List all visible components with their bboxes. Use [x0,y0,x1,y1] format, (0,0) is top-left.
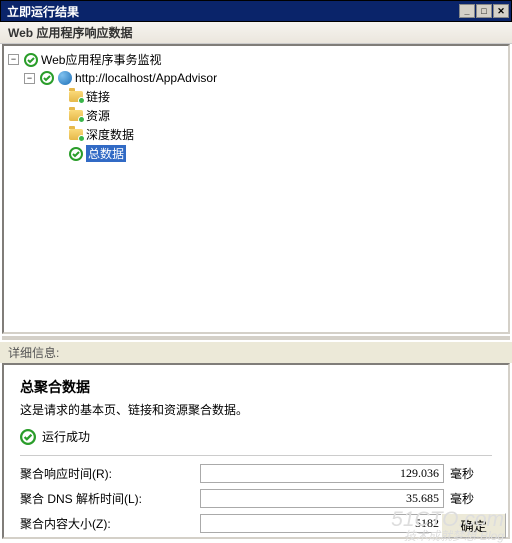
footer: 确定 [441,513,506,538]
window-controls: _ □ ✕ [458,4,509,18]
folder-icon [68,89,84,105]
tree-pane[interactable]: − Web应用程序事务监视 − http://localhost/AppAdvi… [2,44,510,334]
close-button[interactable]: ✕ [493,4,509,18]
tree-root[interactable]: − Web应用程序事务监视 [8,50,504,69]
window-titlebar: 立即运行结果 _ □ ✕ [0,0,512,22]
ok-button[interactable]: 确定 [441,513,506,538]
tree-root-label: Web应用程序事务监视 [41,51,161,68]
metric-label: 聚合内容大小(Z): [20,515,200,532]
window-title: 立即运行结果 [7,3,79,20]
metric-value: 129.036 [200,464,444,483]
maximize-button[interactable]: □ [476,4,492,18]
metric-label: 聚合 DNS 解析时间(L): [20,490,200,507]
toolbar-title: Web 应用程序响应数据 [8,24,132,41]
metric-value: 35.685 [200,489,444,508]
metric-label: 聚合响应时间(R): [20,465,200,482]
collapse-icon[interactable]: − [24,73,35,84]
metric-value: 5182 [200,514,444,533]
tree-item[interactable]: 深度数据 [8,125,504,144]
status-row: 运行成功 [20,428,492,445]
tree-item-label: 资源 [86,107,110,124]
tree-item-label: 总数据 [86,145,126,162]
globe-icon [57,70,73,86]
collapse-icon[interactable]: − [8,54,19,65]
toolbar: Web 应用程序响应数据 [0,22,512,44]
splitter[interactable] [2,336,510,340]
status-text: 运行成功 [42,428,90,445]
folder-icon [68,127,84,143]
tree-item-label: 链接 [86,88,110,105]
tree-url-node[interactable]: − http://localhost/AppAdvisor [8,69,504,87]
success-icon [68,146,84,162]
tree-item[interactable]: 链接 [8,87,504,106]
tree-item-selected[interactable]: 总数据 [8,144,504,163]
metric-unit: 毫秒 [450,465,490,482]
metric-unit: 毫秒 [450,490,490,507]
details-subtitle: 这是请求的基本页、链接和资源聚合数据。 [20,401,492,418]
success-icon [23,52,39,68]
divider [20,455,492,456]
details-pane: 总聚合数据 这是请求的基本页、链接和资源聚合数据。 运行成功 聚合响应时间(R)… [2,363,510,539]
metric-row: 聚合 DNS 解析时间(L): 35.685 毫秒 [20,489,492,508]
folder-icon [68,108,84,124]
tree-item-label: 深度数据 [86,126,134,143]
details-header: 详细信息: [0,342,512,363]
details-title: 总聚合数据 [20,377,492,397]
success-icon [20,429,36,445]
success-icon [39,70,55,86]
tree-url-label: http://localhost/AppAdvisor [75,71,217,85]
tree-item[interactable]: 资源 [8,106,504,125]
metric-row: 聚合响应时间(R): 129.036 毫秒 [20,464,492,483]
metric-row: 聚合内容大小(Z): 5182 字节 [20,514,492,533]
minimize-button[interactable]: _ [459,4,475,18]
